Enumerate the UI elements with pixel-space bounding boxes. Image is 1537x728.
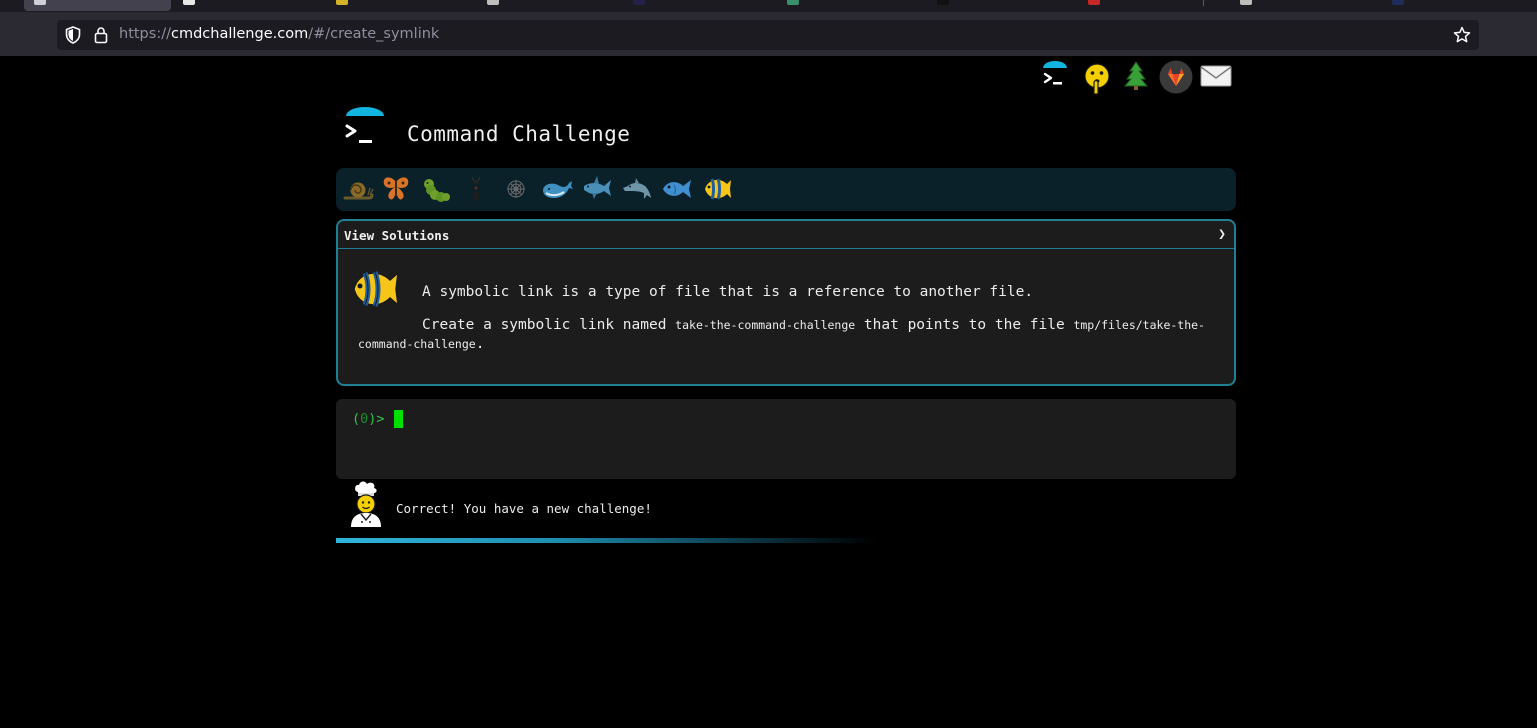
challenge-panel: View Solutions ❯ A symbolic link is a ty… bbox=[336, 219, 1236, 386]
tab-separator bbox=[1203, 0, 1204, 6]
browser-tab-active[interactable] bbox=[24, 0, 171, 11]
lock-icon[interactable] bbox=[94, 26, 108, 48]
challenge-code-link-name: take-the-command-challenge bbox=[675, 318, 856, 332]
site-logo-icon[interactable] bbox=[341, 107, 387, 153]
bookmark-star-icon[interactable] bbox=[1453, 26, 1471, 48]
tropical-fish-icon bbox=[348, 265, 404, 313]
tab-favicon-icon[interactable] bbox=[1240, 0, 1252, 5]
level-shark-icon[interactable] bbox=[580, 174, 612, 204]
tab-favicon-icon[interactable] bbox=[336, 0, 348, 5]
url-host: cmdchallenge.com bbox=[170, 26, 309, 42]
cook-avatar-icon bbox=[346, 480, 386, 528]
terminal-input[interactable]: (0)> bbox=[336, 399, 1236, 479]
level-ant-icon[interactable] bbox=[460, 174, 492, 204]
url-path: /#/create_symlink bbox=[308, 26, 440, 42]
browser-navbar: https://cmdchallenge.com/#/create_symlin… bbox=[0, 12, 1537, 56]
view-solutions-toggle[interactable]: View Solutions ❯ bbox=[338, 221, 1234, 249]
challenge-task-text: that points to the file bbox=[855, 317, 1074, 333]
level-whale-icon[interactable] bbox=[540, 174, 573, 204]
tab-favicon-icon[interactable] bbox=[787, 0, 799, 5]
result-message: Correct! You have a new challenge! bbox=[396, 501, 652, 516]
browser-tab-strip bbox=[0, 0, 1537, 12]
chevron-right-icon: ❯ bbox=[1218, 227, 1226, 242]
level-snail-icon[interactable] bbox=[342, 174, 374, 204]
view-solutions-label: View Solutions bbox=[344, 228, 450, 243]
progress-bar bbox=[336, 538, 876, 543]
tab-favicon-icon[interactable] bbox=[937, 0, 949, 5]
christmas-tree-icon[interactable] bbox=[1122, 60, 1150, 96]
level-bar bbox=[336, 168, 1236, 211]
challenge-task-text: Create a symbolic link named bbox=[422, 317, 676, 333]
challenge-task-text: . bbox=[475, 336, 485, 352]
envelope-icon[interactable] bbox=[1198, 60, 1234, 94]
terminal-prompt: (0)> bbox=[352, 411, 385, 427]
tab-favicon-icon[interactable] bbox=[1088, 0, 1100, 5]
top-icon-links bbox=[1036, 60, 1236, 96]
tab-favicon-icon[interactable] bbox=[1392, 0, 1404, 5]
level-dolphin-icon[interactable] bbox=[620, 174, 652, 204]
level-fish-icon[interactable] bbox=[660, 174, 692, 204]
terminal-logo-icon[interactable] bbox=[1038, 60, 1072, 96]
tab-favicon-icon bbox=[34, 0, 46, 5]
shushing-face-icon[interactable] bbox=[1080, 60, 1114, 100]
level-spider-web-icon[interactable] bbox=[500, 174, 532, 204]
tracking-protection-shield-icon[interactable] bbox=[65, 26, 81, 48]
prompt-close: )> bbox=[368, 411, 385, 427]
prompt-open: ( bbox=[352, 411, 361, 427]
level-caterpillar-icon[interactable] bbox=[420, 174, 452, 204]
level-tropical-fish-icon[interactable] bbox=[700, 174, 732, 204]
site-title: Command Challenge bbox=[407, 122, 631, 146]
url-bar[interactable]: https://cmdchallenge.com/#/create_symlin… bbox=[57, 20, 1479, 50]
tab-favicon-icon[interactable] bbox=[487, 0, 499, 5]
gitlab-icon[interactable] bbox=[1158, 60, 1194, 98]
level-butterfly-icon[interactable] bbox=[380, 174, 412, 204]
url-text[interactable]: https://cmdchallenge.com/#/create_symlin… bbox=[119, 26, 439, 42]
tab-favicon-icon[interactable] bbox=[183, 0, 195, 5]
tab-favicon-icon[interactable] bbox=[633, 0, 645, 5]
url-prefix: https:// bbox=[119, 26, 171, 42]
terminal-cursor bbox=[394, 410, 403, 428]
challenge-task: Create a symbolic link named take-the-co… bbox=[358, 316, 1218, 354]
challenge-intro: A symbolic link is a type of file that i… bbox=[422, 284, 1034, 300]
